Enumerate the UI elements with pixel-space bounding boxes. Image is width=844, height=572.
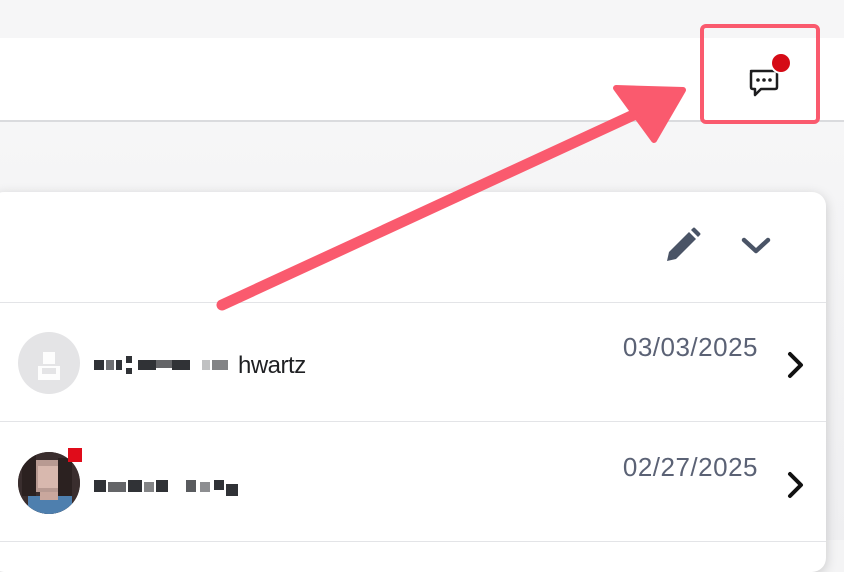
conversations-panel: hwartz 03/03/2025 02/27/2025: [0, 192, 826, 572]
chevron-down-icon: [741, 237, 771, 254]
conversation-row[interactable]: 02/27/2025: [0, 422, 826, 542]
contact-name-suffix: hwartz: [238, 352, 306, 379]
chevron-right-icon: [788, 352, 803, 378]
collapse-button[interactable]: [734, 224, 778, 268]
chevron-right-icon: [788, 472, 803, 498]
unread-badge: [68, 448, 82, 462]
compose-button[interactable]: [660, 224, 704, 268]
conversation-date: 02/27/2025: [622, 452, 758, 482]
user-placeholder-icon: [38, 352, 60, 380]
annotation-highlight-box: [700, 24, 820, 124]
panel-header: [0, 192, 826, 303]
pencil-icon: [667, 227, 701, 261]
avatar: [18, 332, 80, 394]
conversation-row[interactable]: hwartz 03/03/2025: [0, 302, 826, 422]
conversation-date: 03/03/2025: [622, 332, 758, 362]
